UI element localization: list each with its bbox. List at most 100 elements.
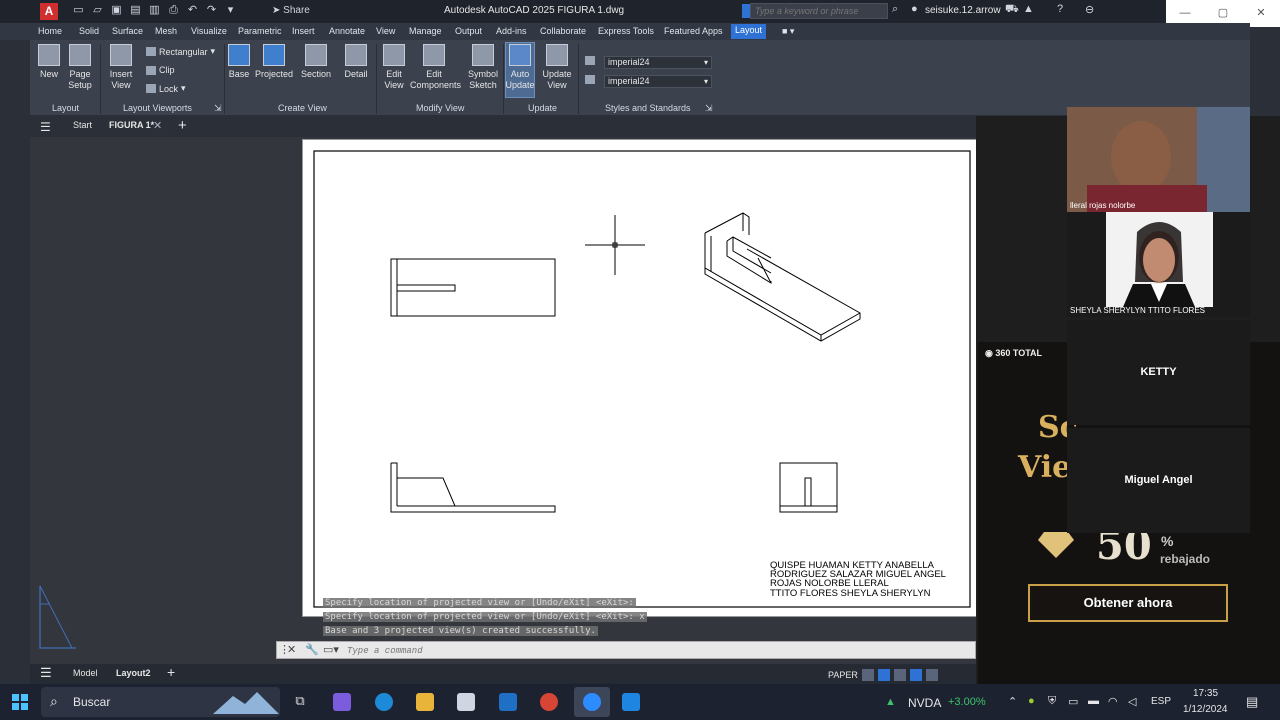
autodesk-a360-icon[interactable]: ▲ — [1023, 3, 1034, 15]
user-icon[interactable]: ● — [911, 3, 918, 15]
tab-annotate[interactable]: Annotate — [325, 25, 369, 37]
file-explorer-icon[interactable] — [416, 693, 434, 711]
video-tile-1[interactable]: lleral rojas nolorbe — [1067, 107, 1250, 212]
rectangular-button[interactable]: Rectangular ▾ — [146, 46, 215, 57]
layout2-tab[interactable]: Layout2 — [116, 668, 151, 678]
open-folder-icon[interactable]: ▱ — [91, 3, 104, 17]
paper-sheet[interactable]: QUISPE HUAMAN KETTY ANABELLA RODRIGUEZ S… — [302, 139, 978, 617]
tab-express-tools[interactable]: Express Tools — [594, 25, 658, 37]
help-icon[interactable]: ? — [1057, 3, 1063, 15]
new-tab-icon[interactable]: + — [178, 117, 187, 134]
start-tab[interactable]: Start — [73, 120, 92, 130]
wifi-icon[interactable]: ◠ — [1108, 695, 1118, 708]
auto-update-button[interactable]: Auto Update — [505, 44, 535, 91]
ribbon-options-icon[interactable]: ■ ▾ — [778, 25, 798, 38]
print-icon[interactable]: ⎙ — [167, 3, 180, 17]
tab-manage[interactable]: Manage — [405, 25, 446, 37]
edge-browser-icon[interactable] — [375, 693, 393, 711]
battery-icon[interactable]: ▬ — [1088, 695, 1099, 707]
isometric-view[interactable] — [704, 212, 861, 342]
paper-space-toggle[interactable]: PAPER — [828, 670, 858, 680]
figura-1-tab[interactable]: FIGURA 1* — [109, 120, 154, 130]
tab-insert[interactable]: Insert — [288, 25, 319, 37]
new-layout-button[interactable]: New — [36, 44, 62, 80]
tab-output[interactable]: Output — [451, 25, 486, 37]
cart-icon[interactable]: ⛟ — [1005, 3, 1019, 17]
get-now-button[interactable]: Obtener ahora — [1028, 584, 1228, 622]
taskbar-search[interactable]: ⌕ Buscar — [41, 687, 280, 717]
polar-icon[interactable] — [909, 668, 922, 681]
page-setup-button[interactable]: Page Setup — [66, 44, 94, 91]
customize-wrench-icon[interactable]: 🔧 — [305, 643, 319, 656]
minimize-ribbon-icon[interactable]: ⊖ — [1085, 3, 1094, 16]
tray-shield-icon[interactable]: ⛨ — [1048, 695, 1056, 708]
viewports-dialog-launcher-icon[interactable]: ⇲ — [214, 103, 222, 114]
tray-app-icon[interactable]: ● — [1028, 695, 1035, 707]
edit-view-button[interactable]: Edit View — [380, 44, 408, 91]
edit-components-button[interactable]: Edit Components — [410, 44, 461, 91]
drawing-canvas[interactable]: QUISPE HUAMAN KETTY ANABELLA RODRIGUEZ S… — [303, 140, 979, 618]
open-web-icon[interactable]: ▥ — [148, 3, 161, 17]
language-indicator[interactable]: ESP — [1151, 696, 1171, 707]
command-input[interactable] — [347, 644, 947, 657]
tab-layout[interactable]: Layout — [731, 24, 767, 39]
top-view[interactable] — [390, 258, 556, 317]
qat-menu-icon[interactable]: ▾ — [224, 3, 237, 17]
task-view-icon[interactable]: ⧉ — [291, 693, 309, 711]
stock-name[interactable]: NVDA — [908, 696, 941, 710]
close-tab-icon[interactable]: ✕ — [153, 119, 162, 132]
volume-icon[interactable]: ◁ — [1128, 695, 1136, 708]
update-view-button[interactable]: Update View — [541, 44, 573, 91]
lock-button[interactable]: Lock ▾ — [146, 83, 186, 94]
clock-date[interactable]: 1/12/2024 — [1183, 704, 1228, 715]
grid-icon[interactable] — [861, 668, 874, 681]
insert-view-button[interactable]: Insert View — [99, 44, 143, 91]
participant-tile-ketty[interactable]: KETTY — [1067, 320, 1250, 425]
undo-icon[interactable]: ↶ — [186, 3, 199, 17]
save-icon[interactable]: ▣ — [110, 3, 123, 17]
styles-dialog-launcher-icon[interactable]: ⇲ — [705, 103, 713, 114]
drawing-area[interactable]: QUISPE HUAMAN KETTY ANABELLA RODRIGUEZ S… — [30, 137, 978, 664]
autocad-taskbar-icon[interactable] — [622, 693, 640, 711]
layout-menu-icon[interactable]: ☰ — [40, 665, 52, 681]
projected-view-button[interactable]: Projected — [254, 44, 294, 80]
tab-solid[interactable]: Solid — [75, 25, 103, 37]
tab-collaborate[interactable]: Collaborate — [536, 25, 590, 37]
view-style-dropdown[interactable]: imperial24 — [604, 56, 712, 69]
save-as-icon[interactable]: ▤ — [129, 3, 142, 17]
participant-tile-miguel[interactable]: Miguel Angel — [1067, 428, 1250, 533]
osnap-icon[interactable] — [925, 668, 938, 681]
symbol-sketch-button[interactable]: Symbol Sketch — [466, 44, 500, 91]
clock-time[interactable]: 17:35 — [1193, 688, 1218, 699]
snap-icon[interactable] — [877, 668, 890, 681]
tab-home[interactable]: Home — [34, 25, 66, 37]
detail-view-button[interactable]: Detail — [340, 44, 372, 80]
recent-commands-icon[interactable]: ▭▾ — [323, 643, 339, 656]
help-search-input[interactable] — [750, 3, 888, 19]
tray-monitor-icon[interactable]: ▭ — [1068, 695, 1078, 708]
tab-visualize[interactable]: Visualize — [187, 25, 231, 37]
share-button[interactable]: ➤ Share — [272, 5, 310, 16]
autocad-logo-icon[interactable]: A — [40, 3, 58, 20]
show-hidden-icons-icon[interactable]: ⌃ — [1008, 695, 1017, 708]
video-tile-2[interactable]: SHEYLA SHERYLYN TTITO FLORES — [1067, 212, 1250, 317]
close-command-line-icon[interactable]: ✕ — [287, 643, 296, 656]
notifications-icon[interactable]: ▤ — [1246, 694, 1258, 710]
windows-start-icon[interactable] — [12, 694, 28, 710]
section-view-button[interactable]: Section — [298, 44, 334, 80]
model-tab[interactable]: Model — [73, 668, 98, 678]
user-name[interactable]: seisuke.12.arrow — [925, 5, 1001, 16]
clip-button[interactable]: Clip — [146, 65, 175, 75]
search-expand-icon[interactable] — [742, 4, 750, 18]
section-style-dropdown[interactable]: imperial24 — [604, 75, 712, 88]
new-layout-tab-icon[interactable]: + — [167, 664, 175, 680]
side-view[interactable] — [779, 462, 838, 513]
store-icon[interactable] — [457, 693, 475, 711]
tab-parametric[interactable]: Parametric — [234, 25, 286, 37]
front-view[interactable] — [390, 462, 556, 513]
tab-featured-apps[interactable]: Featured Apps — [660, 25, 727, 37]
tab-mesh[interactable]: Mesh — [151, 25, 181, 37]
tab-view[interactable]: View — [372, 25, 399, 37]
binoculars-icon[interactable]: ⌕ — [892, 3, 898, 16]
outlook-icon[interactable] — [499, 693, 517, 711]
